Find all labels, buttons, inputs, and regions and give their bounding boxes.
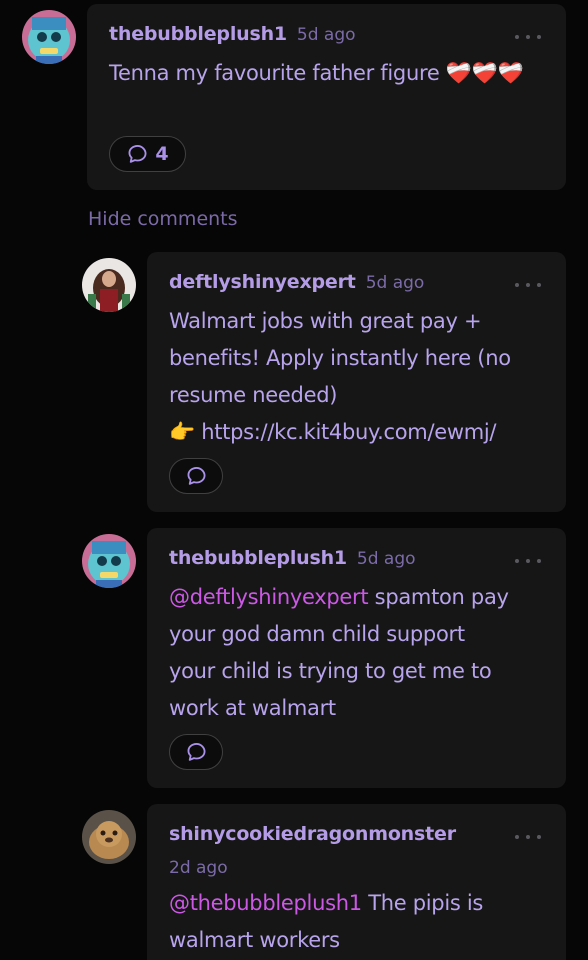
- reply-text-line: Walmart jobs with great pay +: [169, 309, 482, 333]
- reply-timestamp: 2d ago: [169, 858, 228, 878]
- reply-button[interactable]: 4: [109, 136, 186, 172]
- speech-bubble-icon: [187, 743, 205, 761]
- more-options-icon[interactable]: [515, 280, 541, 290]
- comment-timestamp: 5d ago: [296, 25, 356, 45]
- comment-username[interactable]: thebubbleplush1: [109, 23, 287, 45]
- hide-comments-link[interactable]: Hide comments: [88, 208, 238, 230]
- user-avatar[interactable]: [22, 10, 76, 64]
- reply-text-segment: The pipis is: [361, 891, 484, 915]
- reply-text-line: resume needed): [169, 383, 338, 407]
- reply-card: deftlyshinyexpert 5d ago Walmart jobs wi…: [147, 252, 566, 512]
- reply-count: 4: [155, 143, 169, 165]
- reply-timestamp: 5d ago: [356, 549, 416, 569]
- reply-button[interactable]: [169, 734, 223, 770]
- reply-text-segment: spamton pay: [368, 585, 509, 609]
- reply-text-line: @deftlyshinyexpert spamton pay: [169, 579, 559, 616]
- more-options-icon[interactable]: [515, 556, 541, 566]
- reply-username[interactable]: shinycookiedragonmonster: [169, 823, 456, 845]
- reply-text: @thebubbleplush1 The pipis is walmart wo…: [169, 885, 559, 959]
- speech-bubble-icon: [128, 145, 147, 163]
- reply-username[interactable]: thebubbleplush1: [169, 547, 347, 569]
- more-options-icon[interactable]: [515, 832, 541, 842]
- user-avatar[interactable]: [82, 534, 136, 588]
- reply-text-line: work at walmart: [169, 696, 336, 720]
- reply-text-line: @thebubbleplush1 The pipis is: [169, 885, 559, 922]
- user-mention-link[interactable]: @thebubbleplush1: [169, 891, 362, 915]
- comment-thread: thebubbleplush1 5d ago Tenna my favourit…: [0, 0, 588, 960]
- reply-card: thebubbleplush1 5d ago @deftlyshinyexper…: [147, 528, 566, 788]
- reply-card: shinycookiedragonmonster 2d ago @thebubb…: [147, 804, 566, 960]
- reply-text-line: your god damn child support: [169, 622, 465, 646]
- reply-username[interactable]: deftlyshinyexpert: [169, 271, 356, 293]
- user-avatar[interactable]: [82, 258, 136, 312]
- reply-timestamp: 5d ago: [365, 273, 425, 293]
- user-avatar[interactable]: [82, 810, 136, 864]
- reply-text: Walmart jobs with great pay + benefits! …: [169, 303, 559, 451]
- comment-card: thebubbleplush1 5d ago Tenna my favourit…: [87, 4, 566, 190]
- reply-text-line: benefits! Apply instantly here (no: [169, 346, 511, 370]
- reply-link[interactable]: 👉 https://kc.kit4buy.com/ewmj/: [169, 414, 559, 451]
- reply-text-line: walmart workers: [169, 928, 340, 952]
- reply-text-line: your child is trying to get me to: [169, 659, 492, 683]
- more-options-icon[interactable]: [515, 32, 541, 42]
- comment-text: Tenna my favourite father figure ❤️‍🩹❤️‍…: [109, 61, 524, 85]
- user-mention-link[interactable]: @deftlyshinyexpert: [169, 585, 369, 609]
- speech-bubble-icon: [187, 467, 205, 485]
- reply-text: @deftlyshinyexpert spamton pay your god …: [169, 579, 559, 727]
- reply-button[interactable]: [169, 458, 223, 494]
